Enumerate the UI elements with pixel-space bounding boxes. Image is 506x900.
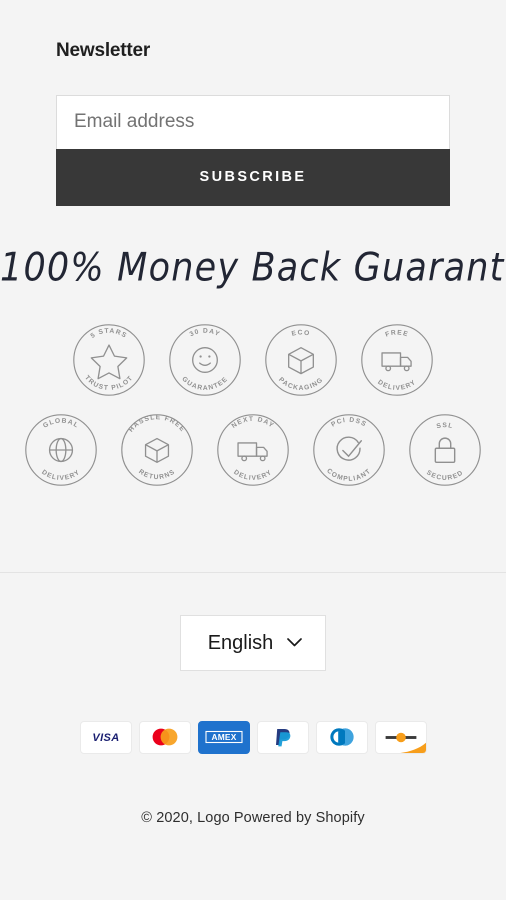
copyright-text: © 2020, Logo Powered by Shopify: [141, 809, 365, 826]
badge-text-top: SSL: [436, 422, 454, 430]
payment-methods: VISA AMEX: [0, 720, 506, 754]
locale-selector-wrap: English: [0, 614, 506, 671]
newsletter-section: Newsletter SUBSCRIBE: [0, 0, 506, 206]
badge-text-top: FREE: [384, 329, 409, 338]
subscribe-button[interactable]: SUBSCRIBE: [56, 148, 450, 206]
badge-text-bottom: GUARANTEE: [180, 375, 229, 391]
svg-text:VISA: VISA: [92, 732, 119, 743]
badge-free-delivery: FREE DELIVERY: [353, 316, 441, 404]
trust-badges-row-one: 5 STARS TRUST PILOT 30 DAY GUARANTEE ECO…: [30, 316, 476, 404]
badge-text-bottom: SECURED: [425, 469, 465, 482]
payment-icon-visa: VISA: [79, 720, 132, 754]
truck-icon: [237, 442, 268, 462]
chevron-down-icon: [287, 634, 303, 652]
padlock-icon: [434, 437, 456, 463]
globe-icon: [48, 437, 74, 462]
trust-badges-section: 5 STARS TRUST PILOT 30 DAY GUARANTEE ECO…: [0, 316, 506, 494]
footer-divider: [0, 571, 506, 573]
check-circle-icon: [336, 436, 363, 461]
box-icon: [288, 346, 314, 375]
payment-icon-paypal: [256, 720, 309, 754]
badge-thirty-day-guarantee: 30 DAY GUARANTEE: [161, 316, 249, 404]
badge-global-delivery: GLOBAL DELIVERY: [17, 406, 105, 494]
email-input[interactable]: [56, 94, 450, 149]
smiley-icon: [192, 346, 218, 373]
cube-icon: [144, 437, 170, 463]
language-selector-label: English: [207, 631, 274, 654]
badge-text-top: 5 STARS: [90, 327, 129, 339]
payment-icon-mastercard: [138, 720, 191, 754]
badge-eco-packaging: ECO PACKAGING: [257, 316, 345, 404]
badge-text-bottom: TRUST PILOT: [83, 374, 135, 392]
payment-icon-amex: AMEX: [197, 720, 250, 754]
badge-text-bottom: DELIVERY: [376, 379, 417, 392]
badge-text-top: ECO: [291, 329, 311, 337]
badge-ssl-secured: SSL SECURED: [401, 406, 489, 494]
star-icon: [90, 344, 128, 380]
badge-pci-dss-compliant: PCI DSS COMPLIANT: [305, 406, 393, 494]
badge-text-top: GLOBAL: [42, 417, 80, 429]
money-back-guarantee-headline: 100% Money Back Guarantee: [0, 245, 506, 291]
badge-text-top: PCI DSS: [330, 417, 368, 429]
badge-text-bottom: PACKAGING: [277, 376, 325, 392]
language-selector[interactable]: English: [179, 614, 327, 671]
truck-icon: [381, 352, 412, 372]
trust-badges-row-two: GLOBAL DELIVERY HASSLE FREE RETURNS NEXT…: [25, 406, 481, 494]
badge-next-day-delivery: NEXT DAY DELIVERY: [209, 406, 297, 494]
svg-text:AMEX: AMEX: [211, 732, 236, 742]
badge-text-bottom: DELIVERY: [40, 469, 81, 482]
badge-text-bottom: RETURNS: [137, 468, 177, 481]
badge-text-top: 30 DAY: [189, 327, 222, 338]
badge-text-top: HASSLE FREE: [128, 414, 187, 434]
payment-icon-discover: [374, 720, 427, 754]
badge-trust-pilot: 5 STARS TRUST PILOT: [65, 316, 153, 404]
payment-icon-diners-club: [315, 720, 368, 754]
badge-text-bottom: DELIVERY: [232, 469, 273, 482]
badge-hassle-free-returns: HASSLE FREE RETURNS: [113, 406, 201, 494]
newsletter-title: Newsletter: [56, 40, 151, 61]
